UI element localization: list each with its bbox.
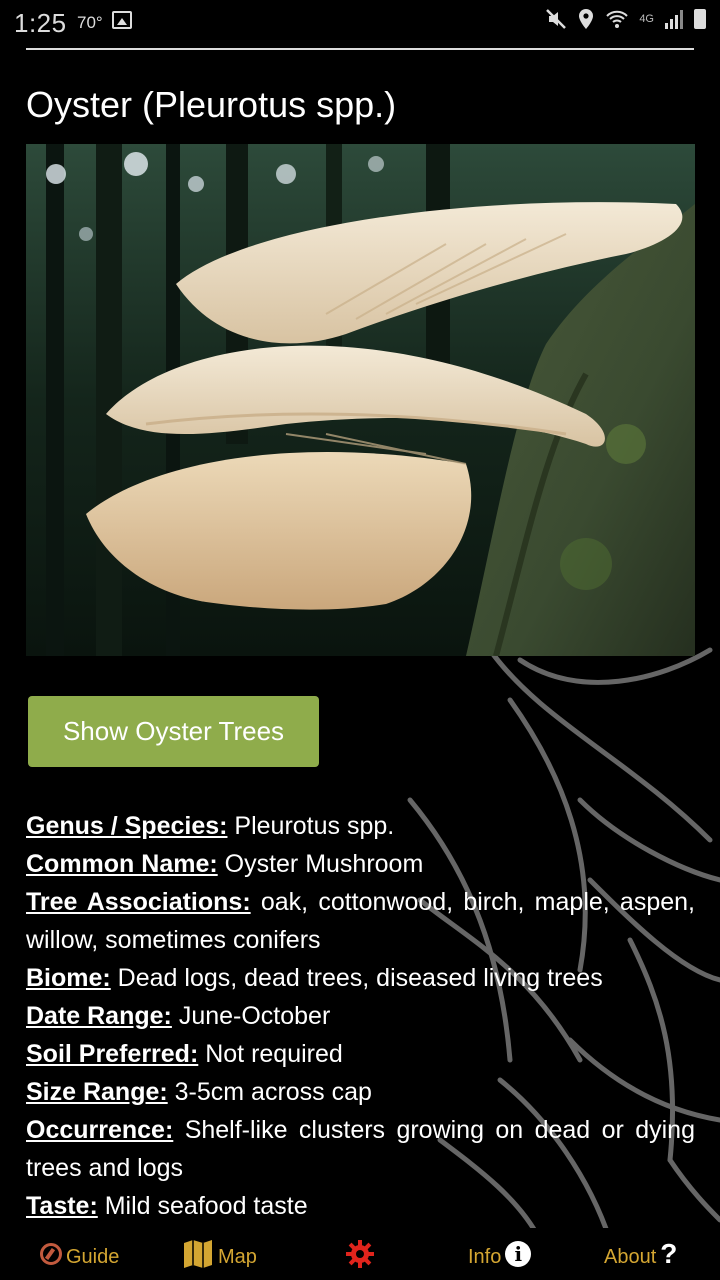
detail-label: Tree Associations:: [26, 888, 251, 916]
detail-label: Date Range:: [26, 1002, 172, 1030]
detail-label: Soil Preferred:: [26, 1040, 199, 1068]
detail-biome: Biome: Dead logs, dead trees, diseased l…: [26, 959, 695, 997]
status-bar: 1:25 70° 4G: [0, 0, 720, 44]
detail-label: Common Name:: [26, 850, 218, 878]
detail-value: Not required: [198, 1040, 343, 1068]
detail-label: Taste:: [26, 1192, 98, 1220]
detail-value: Oyster Mushroom: [217, 850, 424, 878]
gear-icon: [346, 1240, 374, 1268]
nav-guide-label: Guide: [66, 1245, 120, 1268]
battery-icon: [694, 9, 706, 29]
signal-icon: [665, 10, 683, 29]
detail-value: Mild seafood taste: [97, 1192, 308, 1220]
nav-guide[interactable]: Guide: [40, 1228, 119, 1280]
info-icon: i: [505, 1241, 532, 1267]
detail-label: Size Range:: [26, 1078, 168, 1106]
detail-taste: Taste: Mild seafood taste: [26, 1187, 695, 1225]
mushroom-details: Genus / Species: Pleurotus spp. Common N…: [26, 807, 695, 1225]
detail-label: Genus / Species:: [26, 812, 228, 840]
detail-occurrence: Occurrence: Shelf-like clusters growing …: [26, 1111, 695, 1187]
status-time: 1:25: [14, 8, 67, 38]
detail-label: Biome:: [26, 964, 111, 992]
header-divider: [26, 48, 694, 50]
detail-date-range: Date Range: June-October: [26, 997, 695, 1035]
detail-value: Dead logs, dead trees, diseased living t…: [110, 964, 603, 992]
detail-value: Pleurotus spp.: [227, 812, 395, 840]
nav-settings[interactable]: [345, 1228, 375, 1280]
mushroom-photo: [26, 144, 695, 656]
compass-icon: [40, 1243, 62, 1265]
detail-label: Occurrence:: [26, 1116, 174, 1144]
status-temperature: 70°: [77, 13, 103, 32]
detail-value: 3-5cm across cap: [167, 1078, 372, 1106]
nav-map-label: Map: [218, 1245, 257, 1268]
map-icon: [184, 1240, 212, 1268]
detail-tree-associations: Tree Associations: oak, cottonwood, birc…: [26, 883, 695, 959]
nav-about-label: About: [604, 1245, 657, 1268]
bottom-nav: Guide Map Info i About ?: [0, 1228, 720, 1280]
status-icons: 4G: [545, 8, 706, 30]
nav-about[interactable]: About ?: [604, 1228, 677, 1280]
gallery-icon: [112, 11, 132, 29]
nav-map[interactable]: Map: [182, 1228, 257, 1280]
mute-icon: [546, 9, 567, 29]
oyster-mushroom-image: [26, 144, 695, 656]
wifi-icon: [606, 10, 629, 28]
nav-info[interactable]: Info i: [468, 1228, 532, 1280]
page-title: Oyster (Pleurotus spp.): [26, 84, 397, 125]
detail-genus-species: Genus / Species: Pleurotus spp.: [26, 807, 695, 845]
detail-value: June-October: [171, 1002, 331, 1030]
show-trees-button[interactable]: Show Oyster Trees: [28, 696, 319, 767]
detail-common-name: Common Name: Oyster Mushroom: [26, 845, 695, 883]
nav-info-label: Info: [468, 1245, 502, 1268]
location-icon: [579, 9, 594, 29]
question-icon: ?: [660, 1238, 678, 1269]
detail-size-range: Size Range: 3-5cm across cap: [26, 1073, 695, 1111]
detail-soil-preferred: Soil Preferred: Not required: [26, 1035, 695, 1073]
network-type: 4G: [639, 13, 654, 25]
